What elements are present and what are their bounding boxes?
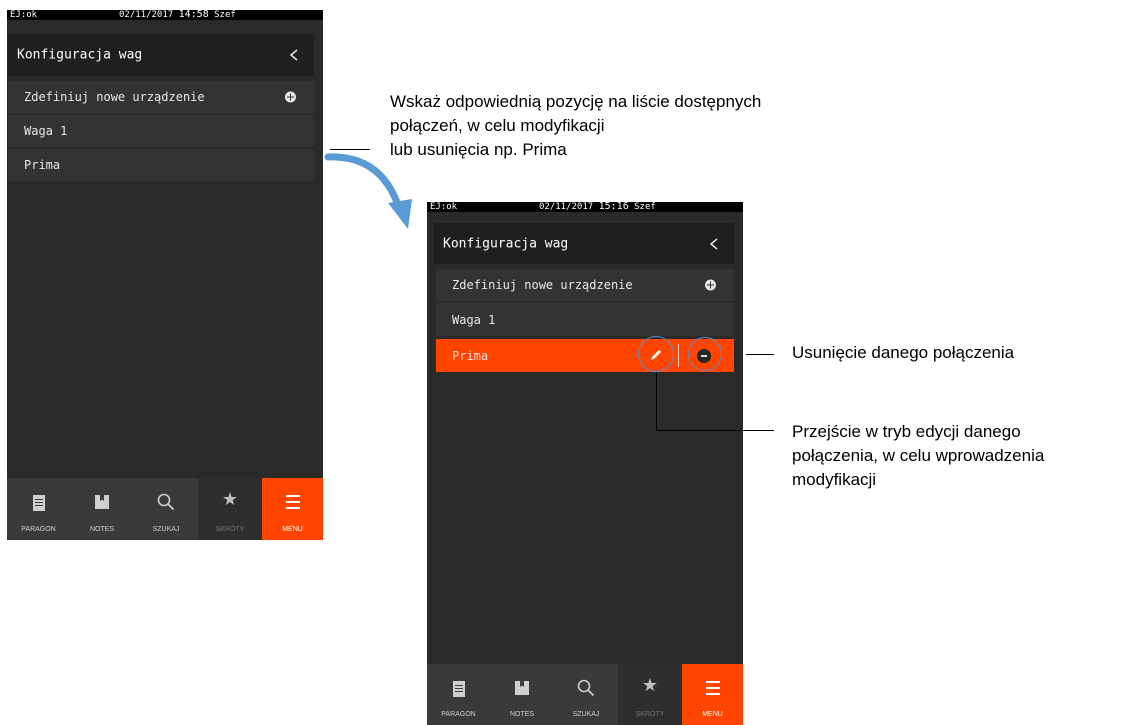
device-screen-right: EJ:ok 02/11/2017 15:16 Szef Konfiguracja… bbox=[427, 202, 743, 725]
callout-line-edit-horizontal bbox=[656, 430, 774, 431]
star-icon: ★ bbox=[221, 489, 239, 509]
status-bar: EJ:ok 02/11/2017 15:16 Szef bbox=[427, 202, 743, 212]
tab-label: NOTES bbox=[509, 711, 535, 718]
callout-line-delete bbox=[746, 354, 774, 355]
search-icon bbox=[157, 493, 175, 511]
status-bar: EJ:ok 02/11/2017 14:58 Szef bbox=[7, 10, 323, 20]
callout-edit: Przejście w tryb edycji danego połączeni… bbox=[792, 420, 1117, 492]
ej-status: EJ:ok bbox=[430, 202, 458, 212]
tab-paragon[interactable]: PARAGON bbox=[427, 664, 490, 725]
callout-line: połączenia, w celu wprowadzenia bbox=[792, 446, 1045, 465]
callout-select-item: Wskaż odpowiednią pozycję na liście dost… bbox=[390, 90, 890, 162]
tab-skroty[interactable]: ★ SKRÓTY bbox=[618, 664, 682, 725]
callout-line: modyfikacji bbox=[792, 470, 877, 489]
bottom-tab-bar: PARAGON NOTES SZUKAJ ★ SKRÓTY MENU bbox=[427, 664, 743, 725]
tab-label: SZUKAJ bbox=[152, 526, 180, 533]
list-item-prima-selected[interactable]: Prima bbox=[436, 336, 734, 372]
callout-line: połączeń, w celu modyfikacji bbox=[390, 116, 605, 135]
page-title: Konfiguracja wag bbox=[17, 47, 143, 63]
bottom-tab-bar: PARAGON NOTES SZUKAJ ★ SKRÓTY MENU bbox=[7, 478, 323, 540]
menu-icon bbox=[285, 495, 300, 509]
tab-label: MENU bbox=[702, 711, 723, 718]
list-item-label: Zdefiniuj nowe urządzenie bbox=[452, 278, 633, 292]
tab-label: PARAGON bbox=[441, 711, 476, 718]
callout-line-select bbox=[330, 149, 370, 150]
tab-notes[interactable]: NOTES bbox=[70, 478, 134, 540]
edit-highlight-circle bbox=[638, 336, 674, 372]
plus-circle-icon bbox=[705, 279, 716, 291]
callout-line-edit-vertical bbox=[656, 373, 657, 430]
list-item-label: Zdefiniuj nowe urządzenie bbox=[24, 90, 205, 104]
callout-line: Przejście w tryb edycji danego bbox=[792, 422, 1021, 441]
device-screen-left: EJ:ok 02/11/2017 14:58 Szef Konfiguracja… bbox=[7, 10, 323, 540]
list-item-add-device[interactable]: Zdefiniuj nowe urządzenie bbox=[436, 269, 734, 301]
list-item-label: Waga 1 bbox=[452, 312, 496, 327]
tab-szukaj[interactable]: SZUKAJ bbox=[554, 664, 618, 725]
datetime: 02/11/2017 14:58 Szef bbox=[119, 10, 236, 20]
screen-header: Konfiguracja wag bbox=[434, 223, 734, 264]
divider bbox=[678, 344, 679, 367]
ej-status: EJ:ok bbox=[10, 10, 38, 20]
callout-line: lub usunięcia np. Prima bbox=[390, 140, 567, 159]
tab-label: SKRÓTY bbox=[635, 711, 665, 718]
datetime: 02/11/2017 15:16 Szef bbox=[539, 202, 656, 212]
receipt-icon bbox=[452, 681, 465, 697]
tab-label: SKRÓTY bbox=[215, 526, 245, 533]
list-item-label: Prima bbox=[24, 158, 61, 172]
chevron-left-icon[interactable] bbox=[708, 237, 720, 251]
delete-highlight-circle bbox=[688, 337, 722, 371]
tab-menu[interactable]: MENU bbox=[262, 478, 323, 540]
plus-circle-icon bbox=[285, 91, 296, 103]
callout-line: Wskaż odpowiednią pozycję na liście dost… bbox=[390, 92, 762, 111]
menu-icon bbox=[705, 681, 720, 695]
tab-menu[interactable]: MENU bbox=[682, 664, 743, 725]
tab-notes[interactable]: NOTES bbox=[490, 664, 554, 725]
chevron-left-icon[interactable] bbox=[288, 48, 300, 62]
receipt-icon bbox=[32, 495, 45, 511]
bookmark-icon bbox=[95, 495, 109, 509]
list-item-waga1[interactable]: Waga 1 bbox=[436, 303, 734, 336]
tab-label: MENU bbox=[282, 526, 303, 533]
tab-label: NOTES bbox=[89, 526, 115, 533]
tab-label: SZUKAJ bbox=[572, 711, 600, 718]
star-icon: ★ bbox=[641, 675, 659, 695]
tab-szukaj[interactable]: SZUKAJ bbox=[134, 478, 198, 540]
bookmark-icon bbox=[515, 681, 529, 695]
callout-delete: Usunięcie danego połączenia bbox=[792, 343, 1015, 362]
list-item-add-device[interactable]: Zdefiniuj nowe urządzenie bbox=[8, 81, 314, 113]
list-item-label: Prima bbox=[452, 348, 489, 363]
page-title: Konfiguracja wag bbox=[443, 236, 569, 251]
list-item-waga1[interactable]: Waga 1 bbox=[8, 115, 314, 147]
tab-label: PARAGON bbox=[21, 526, 56, 533]
list-item-prima[interactable]: Prima bbox=[8, 149, 314, 181]
tab-skroty[interactable]: ★ SKRÓTY bbox=[198, 478, 262, 540]
screen-header: Konfiguracja wag bbox=[8, 34, 314, 76]
list-item-label: Waga 1 bbox=[24, 124, 68, 138]
search-icon bbox=[577, 679, 595, 697]
tab-paragon[interactable]: PARAGON bbox=[7, 478, 70, 540]
